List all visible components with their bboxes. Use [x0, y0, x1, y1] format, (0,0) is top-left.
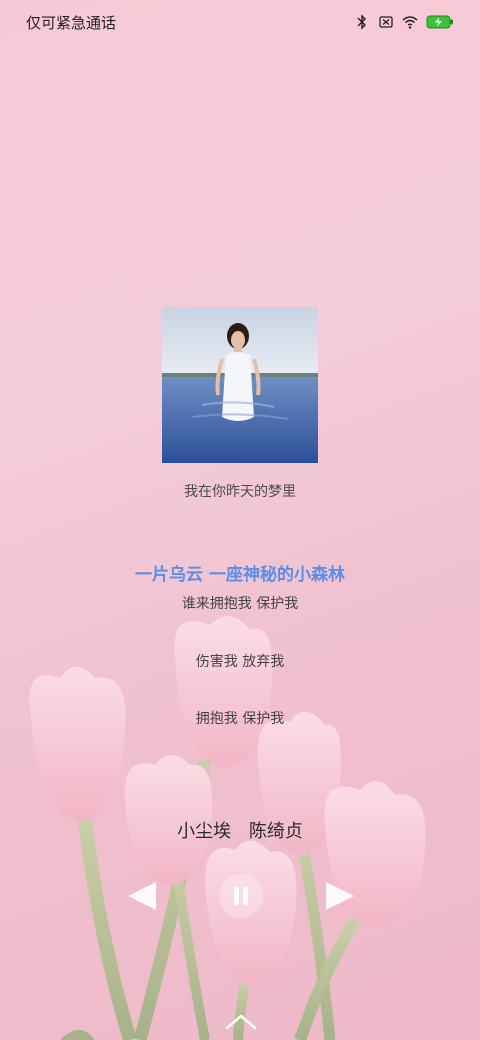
- carrier-text: 仅可紧急通话: [26, 14, 117, 32]
- album-art: groupies: [162, 307, 318, 463]
- lyric-line: 拥抱我 保护我: [195, 711, 285, 727]
- status-bar: 仅可紧急通话: [0, 0, 480, 46]
- status-icons: [354, 14, 454, 30]
- wifi-icon: [402, 16, 418, 29]
- tulip-background: [29, 616, 426, 1040]
- lyric-line: 谁来拥抱我 保护我: [181, 596, 299, 612]
- battery-charging-icon: [426, 15, 453, 29]
- sim-off-icon: [379, 16, 393, 28]
- album-name: 小尘埃: [177, 821, 232, 842]
- previous-button[interactable]: [122, 876, 162, 916]
- pause-button[interactable]: [219, 874, 263, 918]
- chevron-up-icon: [225, 1014, 257, 1030]
- next-button[interactable]: [320, 876, 360, 916]
- lyric-line: 伤害我 放弃我: [195, 654, 285, 670]
- artist-album-line: 小尘埃 陈绮贞: [0, 817, 480, 843]
- song-title: 我在你昨天的梦里: [184, 484, 296, 500]
- lyric-current-line: 一片乌云 一座神秘的小森林: [135, 565, 345, 585]
- bluetooth-icon: [357, 14, 366, 30]
- next-icon: [326, 882, 354, 910]
- previous-icon: [128, 882, 156, 910]
- swipe-up-handle[interactable]: [224, 1012, 258, 1032]
- album-art-image: [162, 307, 318, 463]
- pause-icon: [234, 887, 248, 905]
- artist-name: 陈绮贞: [248, 821, 303, 842]
